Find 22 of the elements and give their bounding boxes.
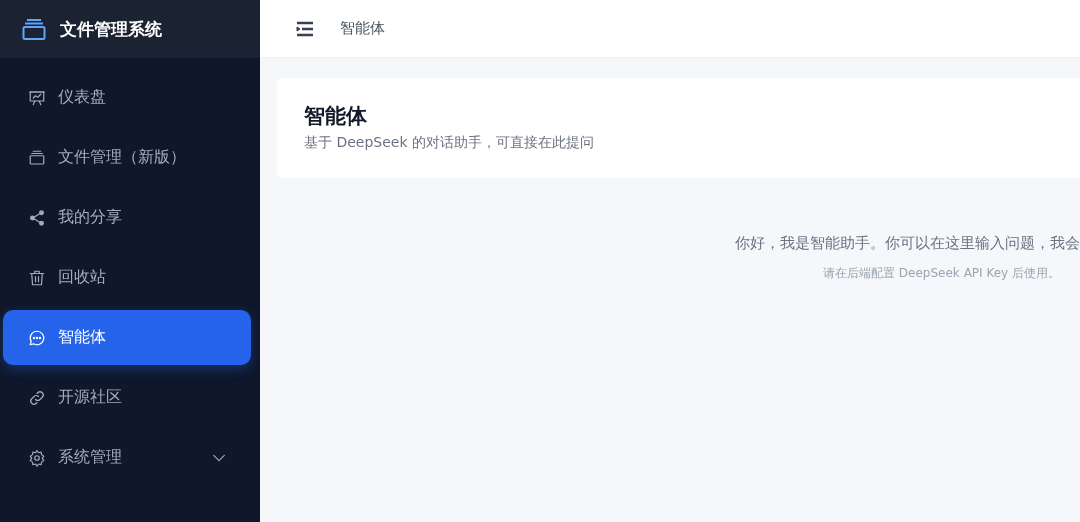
trash-icon	[28, 268, 46, 287]
presentation-board-icon	[28, 88, 46, 107]
app-title: 文件管理系统	[60, 17, 162, 41]
sidebar-item[interactable]: 系统管理	[3, 430, 251, 485]
assistant-greeting: 你好，我是智能助手。你可以在这里输入问题，我会	[735, 234, 1080, 253]
sidebar-item[interactable]: 文件管理（新版）	[3, 130, 251, 185]
tray-icon	[28, 148, 46, 167]
sidebar-item[interactable]: 回收站	[3, 250, 251, 305]
sidebar-item[interactable]: 智能体	[3, 310, 251, 365]
config-hint: 请在后端配置 DeepSeek API Key 后使用。	[823, 265, 1060, 282]
share-icon	[28, 208, 46, 227]
sidebar-item[interactable]: 仪表盘	[3, 70, 251, 125]
page-subtitle: 基于 DeepSeek 的对话助手，可直接在此提问	[304, 134, 595, 152]
chat-bubble-icon	[28, 328, 46, 347]
tray-logo-icon	[22, 18, 46, 40]
page-title: 智能体	[304, 103, 368, 130]
sidebar-item[interactable]: 开源社区	[3, 370, 251, 425]
breadcrumb: 智能体	[340, 19, 385, 38]
link-icon	[28, 388, 46, 407]
sidebar-item[interactable]: 我的分享	[3, 190, 251, 245]
menu-icon[interactable]	[296, 20, 314, 37]
settings-icon	[28, 448, 46, 467]
